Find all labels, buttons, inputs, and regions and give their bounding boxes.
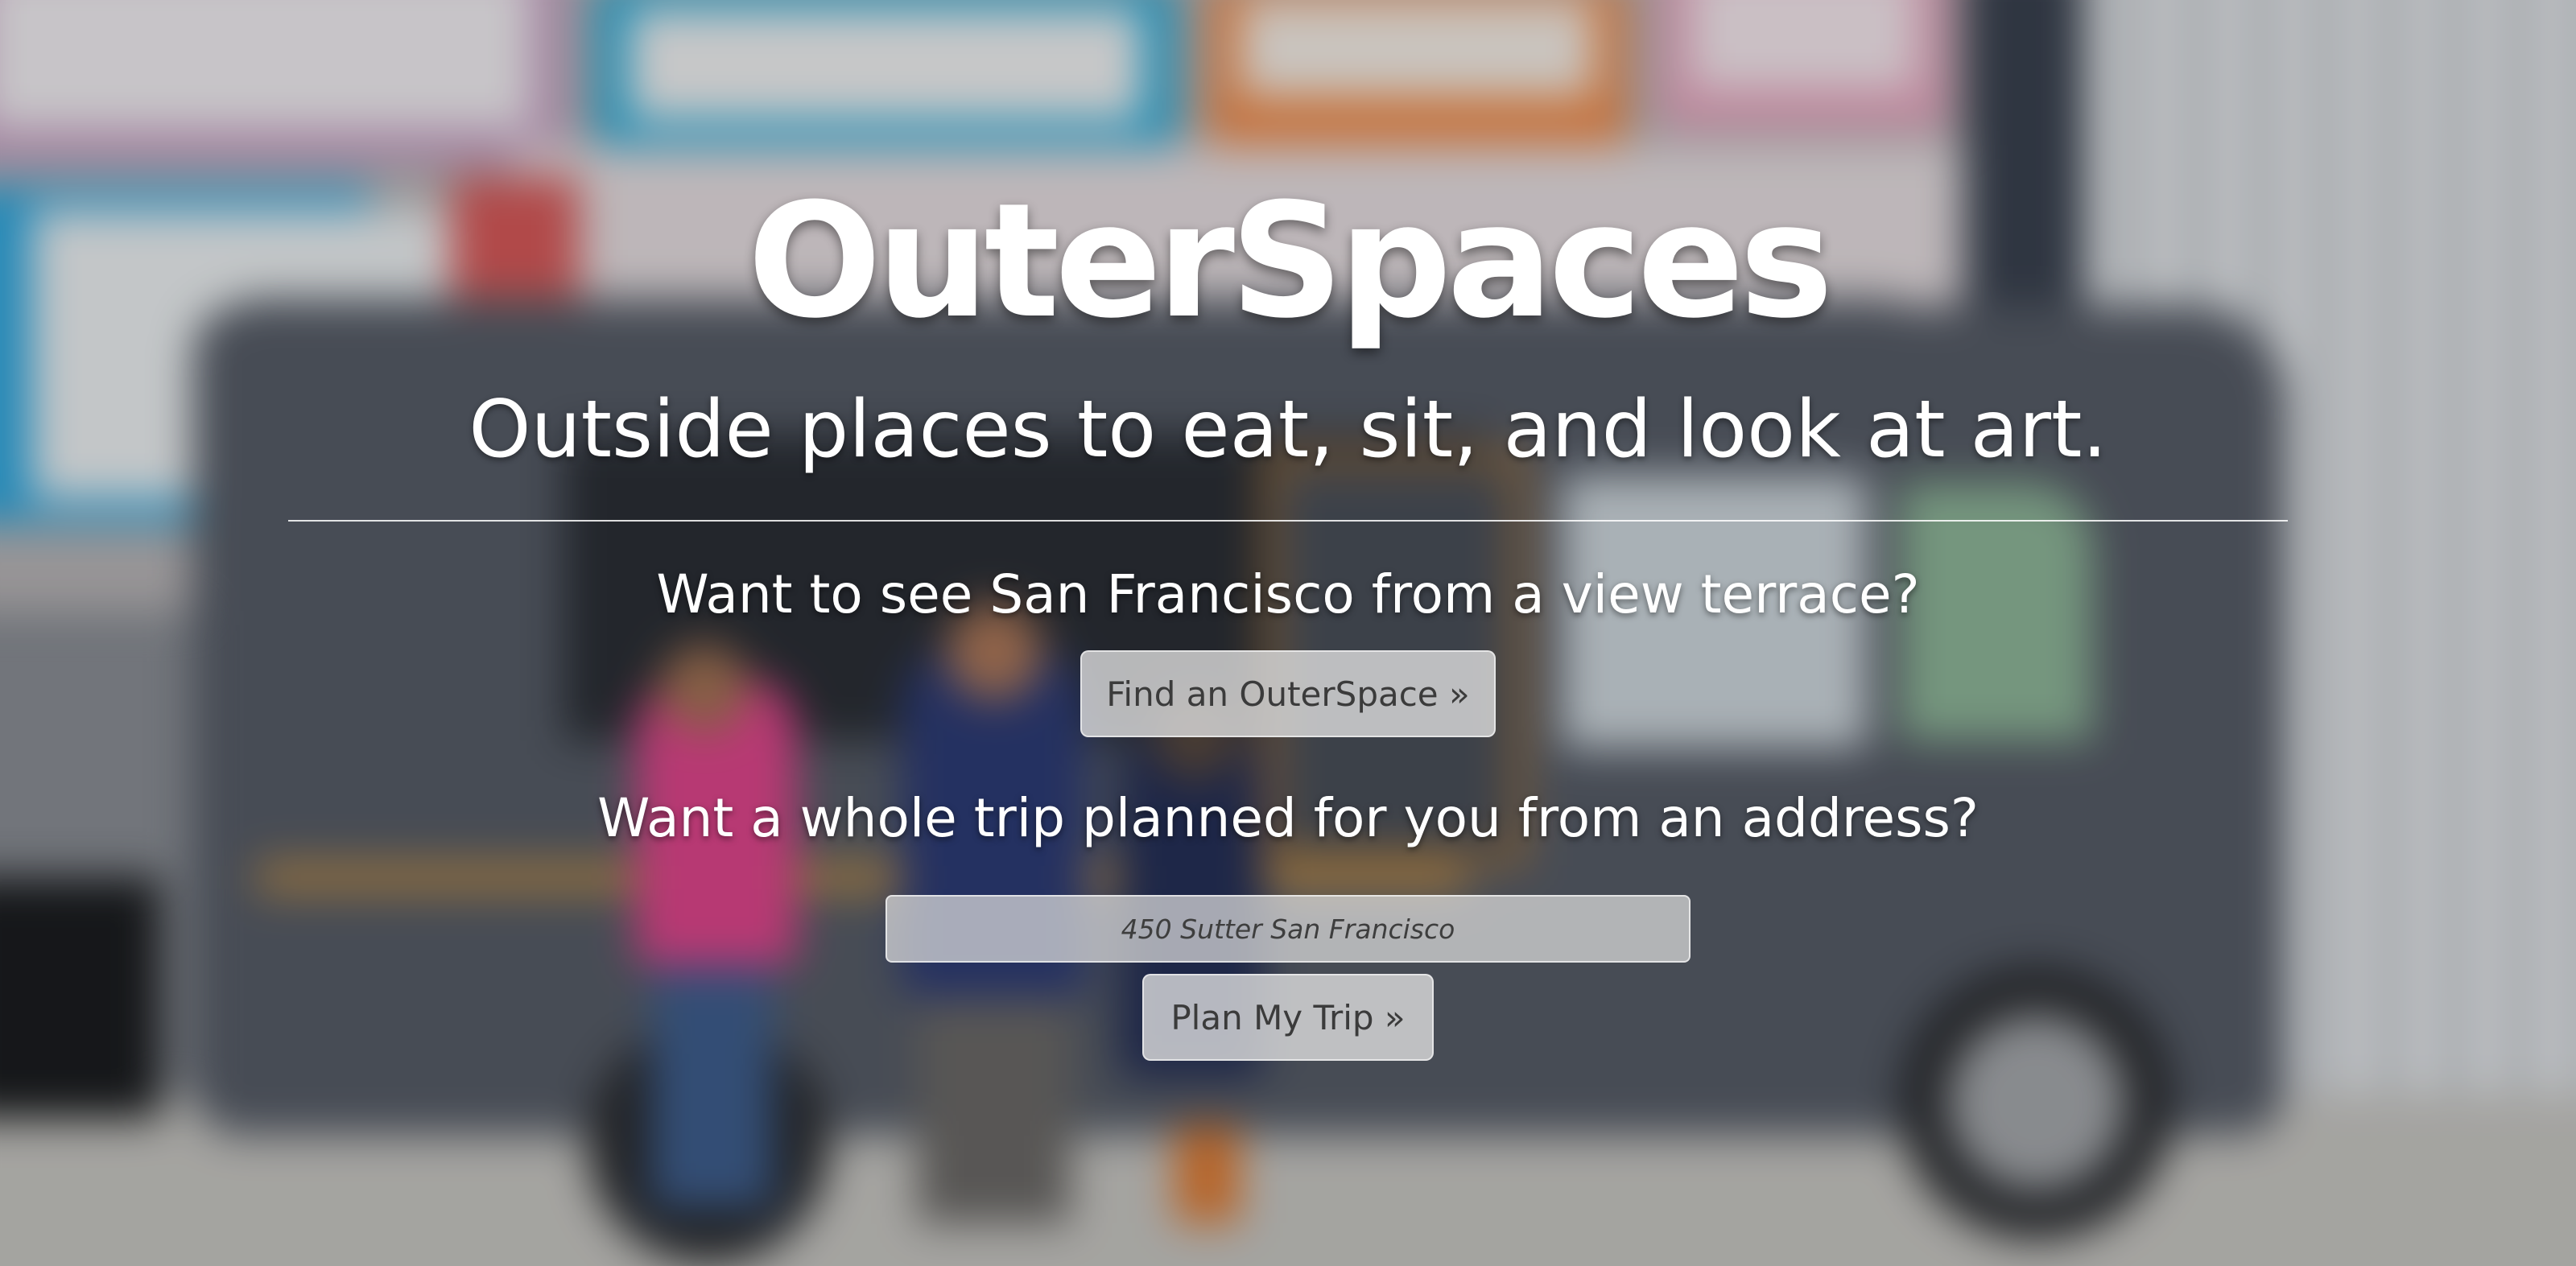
divider [288, 520, 2288, 522]
view-terrace-question: Want to see San Francisco from a view te… [656, 563, 1920, 625]
brand-title: OuterSpaces [747, 170, 1834, 353]
trip-planner-question: Want a whole trip planned for you from a… [597, 787, 1979, 849]
find-outerspace-button[interactable]: Find an OuterSpace » [1080, 650, 1496, 737]
plan-my-trip-button[interactable]: Plan My Trip » [1142, 974, 1434, 1061]
tagline: Outside places to eat, sit, and look at … [469, 384, 2107, 476]
address-input[interactable] [886, 895, 1690, 963]
hero-content: OuterSpaces Outside places to eat, sit, … [0, 0, 2576, 1266]
landing-page: OuterSpaces Outside places to eat, sit, … [0, 0, 2576, 1266]
